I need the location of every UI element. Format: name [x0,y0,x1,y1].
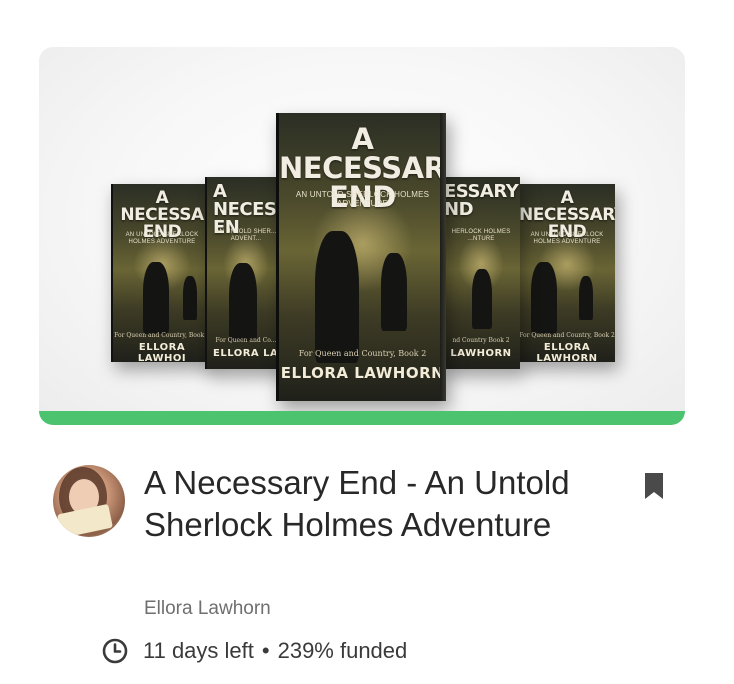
funding-progress-bar [39,411,685,425]
creator-avatar[interactable] [53,465,125,537]
project-title[interactable]: A Necessary End - An Untold Sherlock Hol… [144,462,594,546]
project-image[interactable]: A NECESSA END AN UNTOLD SHERLOCK HOLMES … [39,47,685,425]
funding-progress-fill [39,411,685,425]
book-cover-1: A NECESSA END AN UNTOLD SHERLOCK HOLMES … [111,184,211,362]
creator-name[interactable]: Ellora Lawhorn [144,598,271,620]
funded-percent: 239% funded [277,638,408,663]
separator-dot: • [261,638,270,663]
days-left: 11 days left [143,638,254,663]
book-cover-2: A NECES EN AN UNTOLD SHER... ADVENT... F… [205,177,285,369]
book-cover-center: A NECESSARY END AN UNTOLD SHERLOCK HOLMES… [276,113,446,401]
project-info: A Necessary End - An Untold Sherlock Hol… [39,457,685,677]
project-card[interactable]: A NECESSA END AN UNTOLD SHERLOCK HOLMES … [39,47,685,664]
project-meta: 11 days left • 239% funded [101,635,407,667]
book-cover-4: ESSARY ND HERLOCK HOLMES ...NTURE nd Cou… [440,177,520,369]
clock-icon [101,637,129,665]
book-cover-5: A NECESSARY END AN UNTOLD SHERLOCK HOLME… [517,184,615,362]
bookmark-icon[interactable] [643,472,665,500]
